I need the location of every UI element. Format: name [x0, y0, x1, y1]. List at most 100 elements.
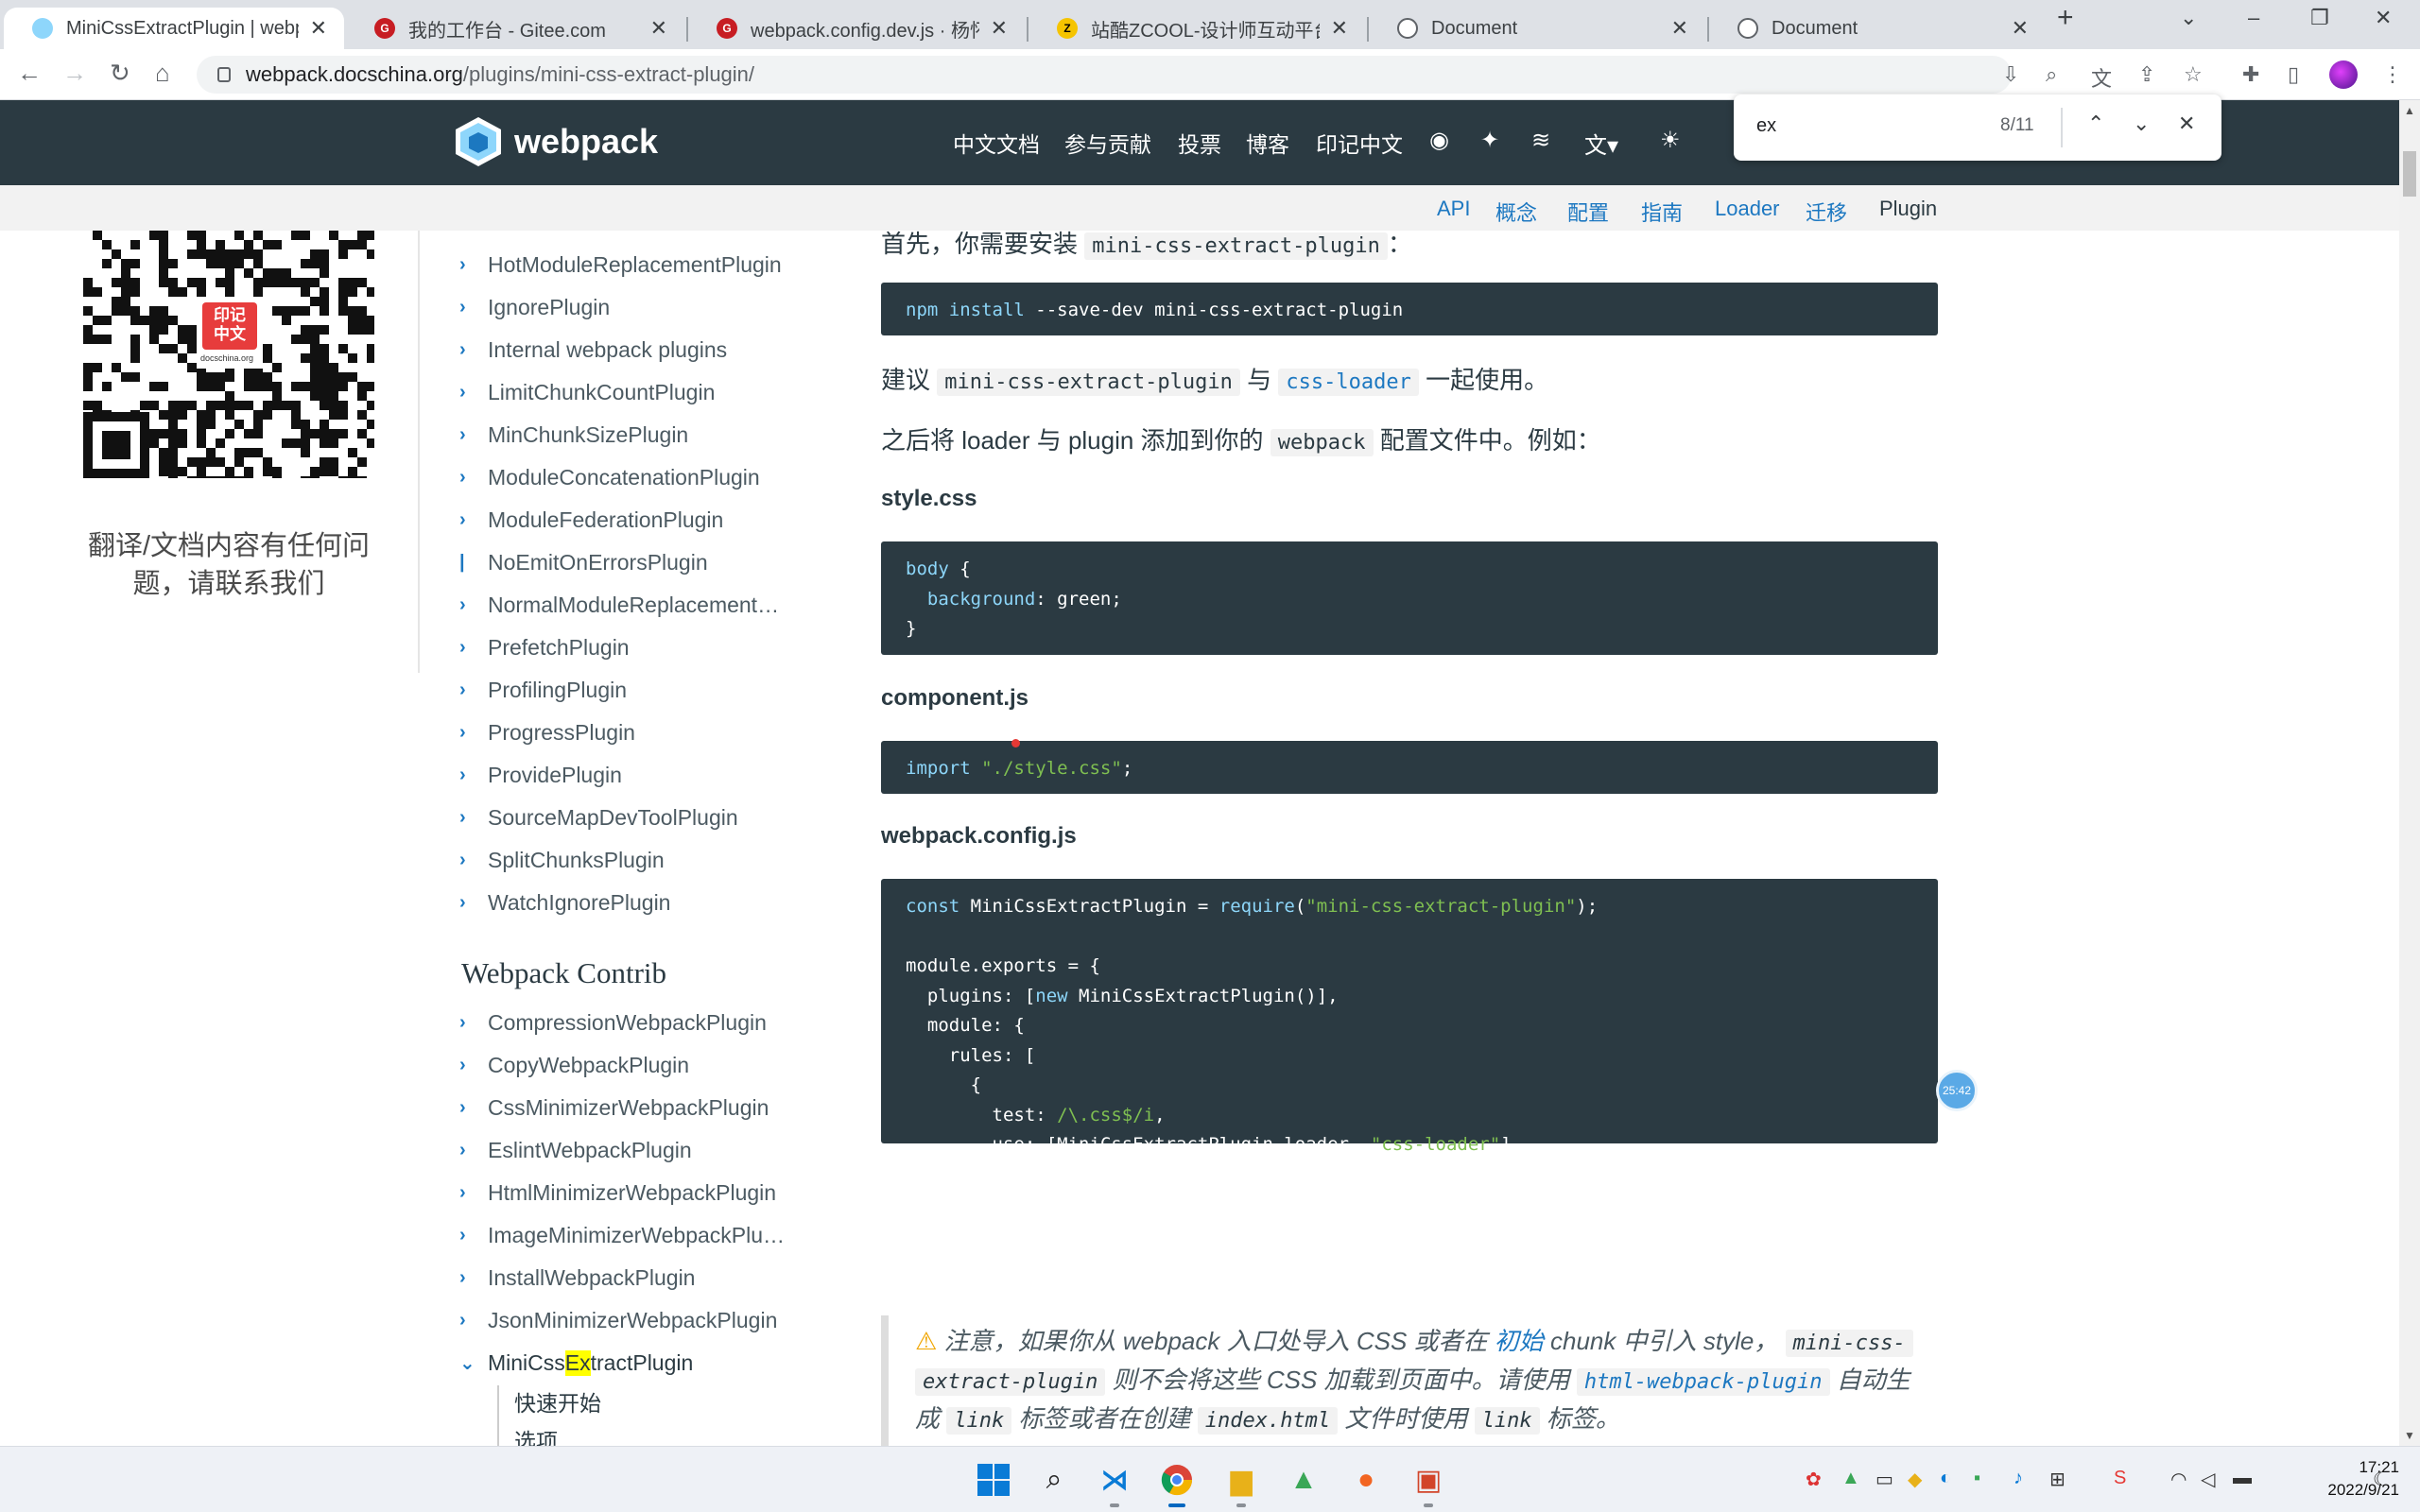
notification-moon-icon[interactable]: ☾	[2373, 1468, 2390, 1491]
microphone-icon[interactable]: ♪	[2014, 1468, 2023, 1489]
bookmark-star-icon[interactable]: ☆	[2184, 62, 2203, 87]
address-bar[interactable]: webpack.docschina.org/plugins/mini-css-e…	[197, 56, 2012, 94]
sidebar-item[interactable]: › JsonMinimizerWebpackPlugin	[459, 1299, 777, 1341]
sidebar-item[interactable]: › ProfilingPlugin	[459, 669, 627, 711]
stackoverflow-icon[interactable]: ≋	[1531, 127, 1550, 154]
close-icon[interactable]: ✕	[1331, 16, 1348, 41]
chrome-icon[interactable]	[1155, 1458, 1199, 1507]
sidebar-item-mini-css-extract-plugin[interactable]: ⌄ MiniCss Ex tractPlugin	[459, 1342, 693, 1383]
tab-search-chevron-icon[interactable]: ⌄	[2180, 6, 2197, 30]
sidebar-item[interactable]: › HtmlMinimizerWebpackPlugin	[459, 1172, 776, 1213]
sidebar-item[interactable]: › ProgressPlugin	[459, 712, 635, 753]
find-next-chevron-down-icon[interactable]: ⌄	[2133, 112, 2150, 136]
tab-minicssextractplugin[interactable]: MiniCssExtractPlugin | webpack ✕	[4, 8, 344, 49]
subnav-plugin[interactable]: Plugin	[1879, 197, 1937, 221]
language-icon[interactable]: 文▾	[1584, 127, 1618, 160]
nav-vote[interactable]: 投票	[1178, 127, 1221, 159]
sidebar-item[interactable]: › ProvidePlugin	[459, 754, 622, 796]
subnav-api[interactable]: API	[1437, 197, 1470, 221]
tray-app-icon[interactable]: ◐	[1940, 1468, 1951, 1489]
nav-docs[interactable]: 中文文档	[953, 127, 1040, 159]
subnav-concepts[interactable]: 概念	[1495, 197, 1537, 227]
minimize-button[interactable]: –	[2248, 6, 2259, 30]
vscode-icon[interactable]: ⋊	[1093, 1458, 1136, 1507]
css-loader-link[interactable]: css-loader	[1278, 369, 1419, 396]
nav-blog[interactable]: 博客	[1246, 127, 1289, 159]
nav-docschina[interactable]: 印记中文	[1316, 127, 1403, 159]
home-button[interactable]: ⌂	[155, 59, 170, 88]
reload-button[interactable]: ↻	[110, 59, 130, 88]
side-panel-icon[interactable]: ▯	[2288, 62, 2299, 87]
profile-avatar[interactable]	[2329, 60, 2358, 89]
subnav-migrate[interactable]: 迁移	[1806, 197, 1847, 227]
volume-icon[interactable]: ◁	[2201, 1468, 2215, 1491]
sidebar-subitem-getting-started[interactable]: 快速开始	[514, 1385, 601, 1418]
forward-button[interactable]: →	[62, 59, 87, 88]
sidebar-item[interactable]: › IgnorePlugin	[459, 286, 610, 328]
back-button[interactable]: ←	[17, 59, 42, 88]
tray-app-icon[interactable]: ◆	[1908, 1468, 1922, 1491]
tray-app-icon[interactable]: ▭	[1876, 1468, 1893, 1491]
start-windows-icon[interactable]	[972, 1458, 1015, 1502]
sidebar-item[interactable]: › NormalModuleReplacement…	[459, 584, 779, 626]
sidebar-item[interactable]: › Internal webpack plugins	[459, 329, 727, 370]
sidebar-item[interactable]: › LimitChunkCountPlugin	[459, 371, 715, 413]
tab-document-1[interactable]: Document ✕	[1369, 8, 1705, 49]
initial-chunk-link[interactable]: 初始	[1495, 1327, 1544, 1355]
sidebar-item[interactable]: › ModuleConcatenationPlugin	[459, 456, 760, 498]
menu-kebab-icon[interactable]: ⋮	[2382, 62, 2403, 87]
install-app-icon[interactable]: ⇩	[2002, 62, 2019, 87]
search-icon[interactable]: ⌕	[1032, 1458, 1076, 1502]
new-tab-button[interactable]: +	[2057, 2, 2074, 34]
sidebar-item[interactable]: › SourceMapDevToolPlugin	[459, 797, 738, 838]
tab-document-2[interactable]: Document ✕	[1709, 8, 2046, 49]
translate-icon[interactable]: 文	[2091, 62, 2112, 93]
floating-timer-badge[interactable]: 25:42	[1936, 1070, 1978, 1111]
scrollbar-thumb[interactable]	[2403, 151, 2416, 197]
browser-app-icon[interactable]: ●	[1344, 1458, 1388, 1502]
find-close-icon[interactable]: ✕	[2178, 112, 2195, 136]
theme-sun-icon[interactable]: ☀	[1660, 127, 1681, 154]
sidebar-item[interactable]: › MinChunkSizePlugin	[459, 414, 688, 455]
close-icon[interactable]: ✕	[1671, 16, 1688, 41]
tab-webpack-config[interactable]: G webpack.config.dev.js · 杨怀智 ✕	[688, 8, 1025, 49]
scroll-up-arrow-icon[interactable]: ▲	[2404, 104, 2415, 117]
subnav-configuration[interactable]: 配置	[1567, 197, 1609, 227]
sidebar-item[interactable]: › WatchIgnorePlugin	[459, 882, 670, 923]
close-icon[interactable]: ✕	[2012, 16, 2029, 41]
sidebar-item[interactable]: › CssMinimizerWebpackPlugin	[459, 1087, 769, 1128]
battery-icon[interactable]: ▬	[2233, 1468, 2252, 1489]
page-scrollbar[interactable]: ▲ ▼	[2399, 100, 2420, 1446]
sidebar-item[interactable]: | NoEmitOnErrorsPlugin	[459, 541, 708, 583]
photo-app-icon[interactable]: ▣	[1407, 1458, 1450, 1507]
github-icon[interactable]: ◉	[1429, 127, 1449, 154]
sidebar-item[interactable]: › ImageMinimizerWebpackPlu…	[459, 1214, 785, 1256]
extensions-icon[interactable]: ✚	[2242, 62, 2259, 87]
sidebar-item[interactable]: › HotModuleReplacementPlugin	[459, 244, 782, 285]
sidebar-item[interactable]: › CopyWebpackPlugin	[459, 1044, 689, 1086]
tray-s-icon[interactable]: S	[2114, 1468, 2126, 1489]
share-icon[interactable]: ⇪	[2138, 62, 2155, 87]
find-input[interactable]: ex	[1756, 115, 1776, 137]
window-close-button[interactable]: ✕	[2375, 6, 2392, 30]
html-webpack-plugin-link[interactable]: html-webpack-plugin	[1576, 1368, 1830, 1396]
twitter-icon[interactable]: ✦	[1480, 127, 1499, 154]
sidebar-item[interactable]: › ModuleFederationPlugin	[459, 499, 723, 541]
find-previous-chevron-up-icon[interactable]: ⌃	[2087, 112, 2104, 136]
sidebar-item[interactable]: › SplitChunksPlugin	[459, 839, 665, 881]
tray-app-icon[interactable]: ▪	[1974, 1468, 1980, 1489]
game-app-icon[interactable]: ▲	[1282, 1458, 1325, 1502]
tray-app-icon[interactable]: ▲	[1841, 1468, 1860, 1489]
webpack-logo[interactable]: webpack	[454, 115, 658, 168]
nav-contribute[interactable]: 参与贡献	[1064, 127, 1151, 159]
subnav-loader[interactable]: Loader	[1715, 197, 1780, 221]
tab-gitee-workbench[interactable]: G 我的工作台 - Gitee.com ✕	[346, 8, 684, 49]
close-icon[interactable]: ✕	[650, 16, 667, 41]
wifi-icon[interactable]: ◠	[2170, 1468, 2187, 1491]
scroll-down-arrow-icon[interactable]: ▼	[2404, 1429, 2415, 1442]
close-icon[interactable]: ✕	[991, 16, 1008, 41]
subnav-guides[interactable]: 指南	[1641, 197, 1683, 227]
restore-button[interactable]: ❐	[2310, 6, 2329, 30]
tab-zcool[interactable]: Z 站酷ZCOOL-设计师互动平台-打 ✕	[1028, 8, 1365, 49]
close-icon[interactable]: ✕	[310, 16, 327, 41]
